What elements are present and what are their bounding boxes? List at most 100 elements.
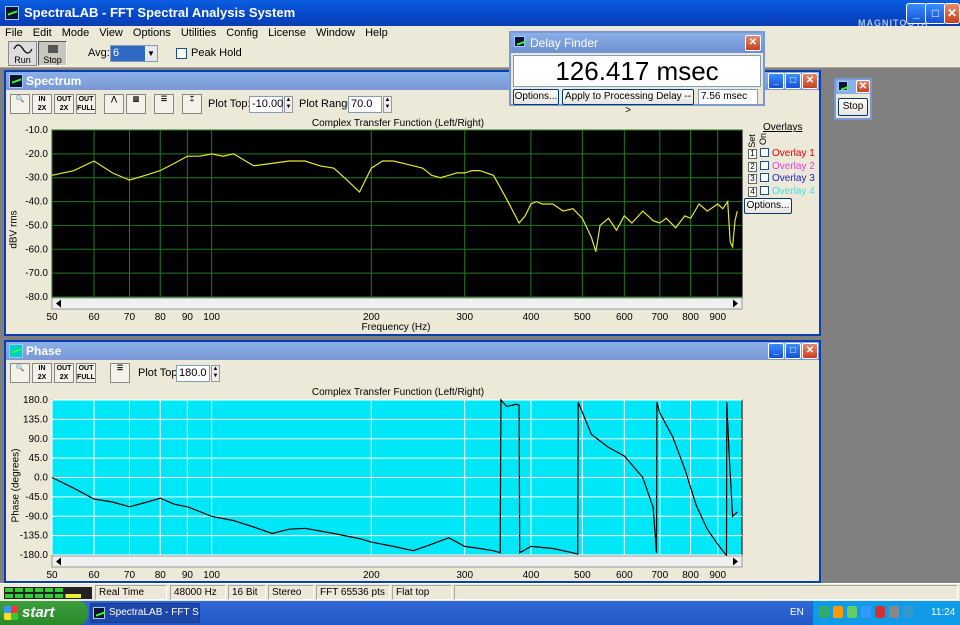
avg-value: 6 <box>113 47 120 59</box>
run-button[interactable]: Run <box>8 41 37 66</box>
menu-options[interactable]: Options <box>128 26 176 40</box>
overlay-set-button[interactable]: 3 <box>748 174 757 184</box>
menu-view[interactable]: View <box>94 26 128 40</box>
overlay-row: 2 Overlay 2 <box>748 160 815 172</box>
x-tick-label: 80 <box>155 312 167 323</box>
mdi-background <box>823 70 960 583</box>
overlay-checkbox[interactable] <box>760 148 769 157</box>
horizontal-scrollbar <box>51 555 743 568</box>
spectrum-maximize-button[interactable]: □ <box>785 73 801 89</box>
chevron-down-icon[interactable]: ▼ <box>145 46 157 61</box>
x-tick-label: 90 <box>182 570 194 581</box>
overlay-set-button[interactable]: 1 <box>748 149 757 159</box>
spectrum-close-button[interactable]: ✕ <box>802 73 818 89</box>
taskbar-task-label: SpectraLAB - FFT Spe... <box>109 607 199 618</box>
y-tick-label: -40.0 <box>25 197 48 208</box>
tray-icon-5[interactable] <box>875 606 885 618</box>
x-tick-label: 100 <box>203 570 220 581</box>
delay-options-button[interactable]: Options... <box>513 89 559 105</box>
x-tick-label: 700 <box>652 312 669 323</box>
language-indicator[interactable]: EN <box>790 607 804 618</box>
mini-titlebar: ✕ <box>836 80 870 94</box>
overlay-set-button[interactable]: 2 <box>748 161 757 172</box>
delay-finder-window: Delay Finder ✕ 126.417 msec Options... A… <box>509 31 765 116</box>
overlay-label: Overlay 2 <box>772 160 815 172</box>
y-tick-label: -30.0 <box>25 173 48 184</box>
overlay-label: Overlay 1 <box>772 148 815 159</box>
mini-icon <box>838 81 848 91</box>
x-tick-label: 800 <box>682 312 699 323</box>
start-button[interactable]: start <box>0 601 88 625</box>
y-tick-label: 135.0 <box>23 414 48 425</box>
peak-hold-label: Peak Hold <box>191 47 242 59</box>
avg-select[interactable]: 6 ▼ <box>110 45 158 62</box>
y-tick-label: -80.0 <box>25 292 48 303</box>
overlay-row: 3 Overlay 3 <box>748 173 815 184</box>
overlay-label: Overlay 4 <box>772 185 815 197</box>
x-tick-label: 50 <box>46 312 58 323</box>
spectrum-minimize-button[interactable]: _ <box>768 73 784 89</box>
stop-button[interactable]: Stop <box>38 41 67 66</box>
taskbar-app-icon <box>93 607 105 619</box>
overlay-options-button[interactable]: Options... <box>744 198 792 214</box>
phase-window: Phase _ □ ✕ 🔍 IN 2X OUT 2X OUT FULL ☰ Plot … <box>4 340 821 583</box>
tray-icon-3[interactable] <box>847 606 857 618</box>
overlays-label: Overlays <box>763 122 803 133</box>
mini-close-button[interactable]: ✕ <box>856 80 870 93</box>
main-titlebar: SpectraLAB - FFT Spectral Analysis Syste… <box>0 0 960 28</box>
menu-license[interactable]: License <box>263 26 311 40</box>
tray-icon-4[interactable] <box>861 606 871 618</box>
speaker-icon[interactable] <box>889 606 899 618</box>
delay-finder-titlebar: Delay Finder ✕ <box>511 33 763 53</box>
network-icon[interactable] <box>903 606 913 618</box>
x-tick-label: 600 <box>616 570 633 581</box>
overlay-checkbox[interactable] <box>760 185 769 195</box>
spectrum-x-axis-label: Frequency (Hz) <box>361 322 431 333</box>
menu-file[interactable]: File <box>0 26 28 40</box>
mini-stop-button[interactable]: Stop <box>838 98 868 116</box>
overlay-checkbox[interactable] <box>760 173 769 182</box>
status-mode: Real Time <box>95 585 167 600</box>
menu-window[interactable]: Window <box>311 26 360 40</box>
x-tick-label: 800 <box>682 570 699 581</box>
y-tick-label: -135.0 <box>20 531 49 542</box>
menu-mode[interactable]: Mode <box>57 26 95 40</box>
main-toolbar: Run Stop Avg: 6 ▼ Peak Hold <box>0 40 960 68</box>
overlay-set-button[interactable]: 4 <box>748 186 757 197</box>
set-label: Set <box>746 134 757 148</box>
close-button[interactable]: ✕ <box>944 3 960 24</box>
overlay-checkbox[interactable] <box>760 160 769 170</box>
overlay-label: Overlay 3 <box>772 173 815 184</box>
menu-help[interactable]: Help <box>360 26 393 40</box>
on-label: On <box>758 132 769 146</box>
mini-window: ✕ Stop <box>834 78 872 120</box>
status-empty <box>454 585 958 600</box>
y-tick-label: -45.0 <box>25 492 48 503</box>
processing-delay-field[interactable]: 7.56 msec <box>698 89 758 105</box>
x-tick-label: 900 <box>709 570 726 581</box>
menu-config[interactable]: Config <box>221 26 263 40</box>
phase-close-button[interactable]: ✕ <box>802 343 818 359</box>
horizontal-scrollbar <box>51 297 743 310</box>
taskbar-spectralab-button[interactable]: SpectraLAB - FFT Spe... <box>90 603 200 623</box>
delay-finder-close-button[interactable]: ✕ <box>745 35 761 51</box>
menu-edit[interactable]: Edit <box>28 26 57 40</box>
y-tick-label: 180.0 <box>23 395 48 406</box>
peak-hold-checkbox[interactable] <box>176 48 187 59</box>
tray-icon-1[interactable] <box>819 606 829 618</box>
maximize-button[interactable]: □ <box>925 3 946 24</box>
overlay-row: 1 Overlay 1 <box>748 148 815 159</box>
menu-bar: File Edit Mode View Options Utilities Co… <box>0 26 960 40</box>
minimize-button[interactable]: _ <box>906 3 927 24</box>
status-sample-rate: 48000 Hz <box>170 585 226 600</box>
phase-minimize-button[interactable]: _ <box>768 343 784 359</box>
tray-icon-2[interactable] <box>833 606 843 618</box>
menu-utilities[interactable]: Utilities <box>176 26 221 40</box>
status-bit-depth: 16 Bit <box>228 585 266 600</box>
y-tick-label: -10.0 <box>25 125 48 136</box>
y-tick-label: -60.0 <box>25 244 48 255</box>
phase-maximize-button[interactable]: □ <box>785 343 801 359</box>
y-tick-label: -90.0 <box>25 511 48 522</box>
apply-to-processing-delay-button[interactable]: Apply to Processing Delay --> <box>562 89 694 116</box>
status-window-function: Flat top <box>392 585 452 600</box>
